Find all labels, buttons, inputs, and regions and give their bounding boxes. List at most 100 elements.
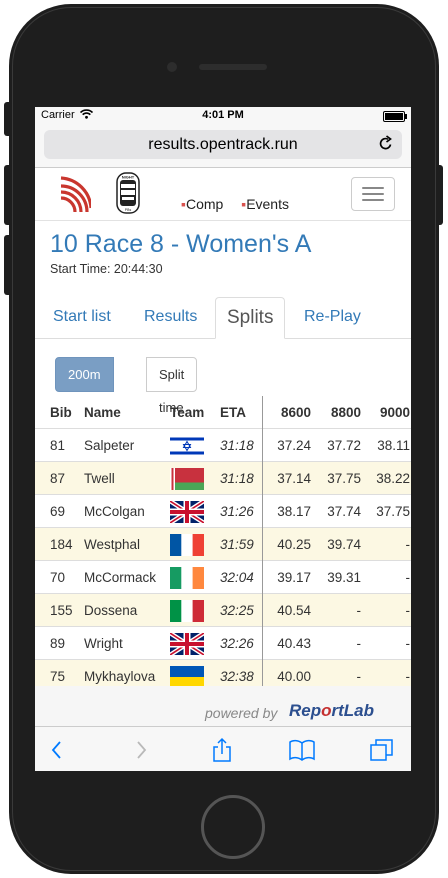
bib-cell: 69: [35, 494, 83, 528]
team-flag: [170, 533, 204, 556]
splits-table-wrapper: Bib Name Team ETA 8600 8800 9000 81 Salpe…: [35, 396, 411, 686]
mute-switch[interactable]: [4, 102, 10, 136]
bib-cell: 89: [35, 626, 83, 660]
split-8800-cell: 39.31: [312, 560, 362, 594]
ukraine-flag-icon: [170, 665, 204, 686]
menu-line-icon: [362, 199, 384, 201]
split-9000-cell: -: [362, 659, 411, 686]
page-title: 10 Race 8 - Women's A: [50, 230, 312, 258]
bib-cell: 184: [35, 527, 83, 561]
forward-icon[interactable]: [127, 737, 153, 763]
split-8600-cell: 37.14: [262, 461, 312, 495]
split-9000-cell: -: [362, 593, 411, 627]
col-header-team[interactable]: Team: [169, 396, 219, 429]
bib-cell: 70: [35, 560, 83, 594]
bookmarks-icon[interactable]: [289, 737, 315, 763]
earpiece: [199, 64, 267, 70]
table-row[interactable]: 69 McColgan 31:26 38.17 37.74 37.75: [35, 494, 411, 528]
israel-flag-icon: [170, 434, 204, 457]
home-button[interactable]: [201, 795, 265, 859]
team-flag: [170, 665, 204, 686]
team-flag-cell: [169, 593, 219, 627]
split-time-button[interactable]: Split time: [146, 357, 198, 415]
bib-cell: 81: [35, 428, 83, 462]
uk-flag-icon: [170, 500, 204, 523]
belarus-flag-icon: [170, 467, 204, 490]
table-row[interactable]: 184 Westphal 31:59 40.25 39.74-: [35, 527, 411, 561]
bib-cell: 87: [35, 461, 83, 495]
volume-up-button[interactable]: [4, 165, 10, 225]
tab-start-list[interactable]: Start list: [53, 308, 111, 326]
team-flag: [170, 434, 204, 457]
reportlab-logo[interactable]: ReportLab: [289, 701, 374, 721]
col-header-8600[interactable]: 8600: [262, 396, 312, 429]
col-header-8800[interactable]: 8800: [312, 396, 362, 429]
table-row[interactable]: 89 Wright 32:26 40.43- -: [35, 626, 411, 660]
menu-line-icon: [362, 187, 384, 189]
eta-cell: 31:26: [219, 494, 262, 528]
night-of-10000m-pbs-logo: NIGHT PBs: [116, 172, 140, 214]
nav-links: ▪Comp ▪Events: [181, 196, 303, 212]
split-8600-cell: 40.43: [262, 626, 312, 660]
split-8800-cell: 39.74: [312, 527, 362, 561]
tab-replay[interactable]: Re-Play: [304, 308, 361, 326]
table-row[interactable]: 70 McCormack 32:04 39.17 39.31-: [35, 560, 411, 594]
tab-bar: Start list Results Splits Re-Play: [35, 297, 411, 339]
col-header-name[interactable]: Name: [83, 396, 169, 429]
back-icon[interactable]: [45, 737, 71, 763]
200m-time-button[interactable]: 200m time: [55, 357, 114, 415]
powered-by-footer: powered by ReportLab: [35, 686, 411, 726]
split-8600-cell: 37.24: [262, 428, 312, 462]
power-button[interactable]: [437, 165, 443, 225]
name-cell: McColgan: [83, 494, 169, 528]
address-bar[interactable]: results.opentrack.run: [44, 130, 402, 159]
nav-comp-link[interactable]: ▪Comp: [181, 196, 223, 212]
split-9000-cell: -: [362, 560, 411, 594]
italy-flag-icon: [170, 599, 204, 622]
eta-cell: 32:04: [219, 560, 262, 594]
col-header-9000[interactable]: 9000: [362, 396, 411, 429]
eta-cell: 31:18: [219, 428, 262, 462]
hamburger-menu-button[interactable]: [351, 177, 395, 211]
split-9000-cell: 37.75: [362, 494, 411, 528]
split-8600-cell: 40.00: [262, 659, 312, 686]
team-flag-cell: [169, 461, 219, 495]
table-row[interactable]: 81 Salpeter 31:18 37.24 37.72 38.11: [35, 428, 411, 462]
table-row[interactable]: 75 Mykhaylova 32:38 40.00- -: [35, 659, 411, 686]
powered-by-text: powered by: [205, 705, 278, 721]
nav-events-link[interactable]: ▪Events: [241, 196, 289, 212]
site-navbar: NIGHT PBs ▪Comp ▪Events: [35, 168, 411, 221]
team-flag-cell: [169, 560, 219, 594]
clock: 4:01 PM: [202, 109, 244, 121]
battery-icon: [383, 111, 407, 122]
eta-cell: 32:26: [219, 626, 262, 660]
team-flag: [170, 467, 204, 490]
team-flag-cell: [169, 494, 219, 528]
split-9000-cell: -: [362, 527, 411, 561]
eta-cell: 32:25: [219, 593, 262, 627]
name-cell: Wright: [83, 626, 169, 660]
safari-toolbar: [35, 726, 411, 771]
reload-icon[interactable]: [379, 135, 393, 151]
column-divider: [262, 396, 263, 686]
col-header-eta[interactable]: ETA: [219, 396, 262, 429]
table-row[interactable]: 87 Twell 31:18 37.14 37.75 38.22: [35, 461, 411, 495]
name-cell: Westphal: [83, 527, 169, 561]
split-8800-cell: -: [312, 626, 362, 660]
split-9000-cell: 38.22: [362, 461, 411, 495]
tabs-icon[interactable]: [369, 737, 395, 763]
table-header-row: Bib Name Team ETA 8600 8800 9000: [35, 396, 411, 429]
volume-down-button[interactable]: [4, 235, 10, 295]
team-flag: [170, 599, 204, 622]
start-time: Start Time: 20:44:30: [50, 262, 163, 276]
eta-cell: 31:59: [219, 527, 262, 561]
tab-results[interactable]: Results: [144, 308, 197, 326]
col-header-bib[interactable]: Bib: [35, 396, 83, 429]
bib-cell: 155: [35, 593, 83, 627]
tab-splits[interactable]: Splits: [215, 297, 286, 339]
opentrack-logo[interactable]: [53, 172, 91, 212]
table-row[interactable]: 155 Dossena 32:25 40.54- -: [35, 593, 411, 627]
team-flag: [170, 566, 204, 589]
event-logo[interactable]: NIGHT PBs: [103, 170, 153, 216]
share-icon[interactable]: [209, 737, 235, 763]
